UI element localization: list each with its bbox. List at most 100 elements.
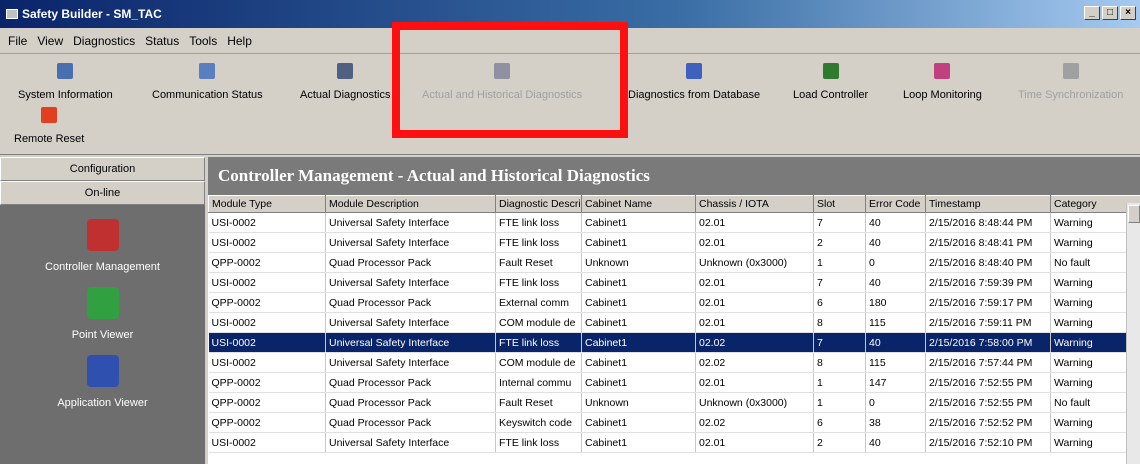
column-header[interactable]: Chassis / IOTA <box>695 195 814 213</box>
table-cell: 2/15/2016 7:59:39 PM <box>925 272 1051 293</box>
menu-status[interactable]: Status <box>145 34 179 48</box>
table-cell: FTE link loss <box>495 272 582 293</box>
time-sync-button[interactable]: Time Synchronization <box>1018 63 1123 101</box>
table-row[interactable]: USI-0002 Universal Safety Interface COM mo… <box>208 312 1140 333</box>
toolbar-label: Actual Diagnostics <box>300 89 391 101</box>
table-cell: 6 <box>813 292 866 313</box>
column-header[interactable]: Timestamp <box>925 195 1051 213</box>
table-cell: Quad Processor Pack <box>325 292 496 313</box>
table-row[interactable]: USI-0002 Universal Safety Interface FTE li… <box>208 232 1140 253</box>
table-cell: COM module de <box>495 352 582 373</box>
menu-diagnostics[interactable]: Diagnostics <box>73 34 135 48</box>
table-row[interactable]: USI-0002 Universal Safety Interface COM mo… <box>208 352 1140 373</box>
table-row[interactable]: USI-0002 Universal Safety Interface FTE li… <box>208 272 1140 293</box>
table-cell: 40 <box>865 212 926 233</box>
table-cell: USI-0002 <box>208 352 326 373</box>
actual-diagnostics-button[interactable]: Actual Diagnostics <box>300 63 391 101</box>
table-cell: 180 <box>865 292 926 313</box>
table-cell: Keyswitch code <box>495 412 582 433</box>
database-diagnostics-button[interactable]: Diagnostics from Database <box>628 63 760 101</box>
vertical-scrollbar[interactable] <box>1126 203 1140 464</box>
table-cell: Quad Processor Pack <box>325 372 496 393</box>
close-button[interactable]: × <box>1120 6 1136 20</box>
table-row[interactable]: QPP-0002 Quad Processor Pack External comm… <box>208 292 1140 313</box>
tab-configuration[interactable]: Configuration <box>0 157 205 181</box>
loop-monitoring-icon <box>934 63 951 79</box>
point-viewer-icon <box>86 287 119 319</box>
table-cell: USI-0002 <box>208 332 326 353</box>
table-cell: Cabinet1 <box>581 432 696 453</box>
menu-file[interactable]: File <box>8 34 27 48</box>
table-cell: FTE link loss <box>495 432 582 453</box>
table-cell: 40 <box>865 332 926 353</box>
column-header[interactable]: Module Description <box>325 195 496 213</box>
table-body: USI-0002 Universal Safety Interface FTE li… <box>208 212 1140 453</box>
column-header[interactable]: Error Code <box>865 195 926 213</box>
table-cell: 1 <box>813 252 866 273</box>
table-cell: 1 <box>813 392 866 413</box>
table-row[interactable]: QPP-0002 Quad Processor Pack Fault Reset Un… <box>208 252 1140 273</box>
tab-online[interactable]: On-line <box>0 181 205 205</box>
controller-management-item[interactable]: Controller Management <box>0 219 205 273</box>
table-cell: 02.02 <box>695 332 814 353</box>
column-header[interactable]: Cabinet Name <box>581 195 696 213</box>
loop-monitoring-button[interactable]: Loop Monitoring <box>903 63 982 101</box>
table-row[interactable]: USI-0002 Universal Safety Interface FTE li… <box>208 332 1140 353</box>
scroll-thumb[interactable] <box>1128 205 1140 223</box>
table-cell: QPP-0002 <box>208 372 326 393</box>
table-cell: 7 <box>813 332 866 353</box>
remote-reset-icon <box>41 107 58 123</box>
minimize-button[interactable]: _ <box>1084 6 1100 20</box>
table-cell: Cabinet1 <box>581 332 696 353</box>
column-header[interactable]: Diagnostic Description <box>495 195 582 213</box>
table-cell: FTE link loss <box>495 232 582 253</box>
system-information-button[interactable]: System Information <box>18 63 113 101</box>
table-cell: 0 <box>865 392 926 413</box>
table-cell: Universal Safety Interface <box>325 212 496 233</box>
table-cell: FTE link loss <box>495 332 582 353</box>
table-row[interactable]: USI-0002 Universal Safety Interface FTE li… <box>208 212 1140 233</box>
main-content: Controller Management - Actual and Histo… <box>208 157 1140 464</box>
toolbar-label: Time Synchronization <box>1018 89 1124 101</box>
nav-label: Application Viewer <box>57 397 148 409</box>
table-cell: 02.02 <box>695 352 814 373</box>
table-cell: Cabinet1 <box>581 412 696 433</box>
table-cell: COM module de <box>495 312 582 333</box>
page-title: Controller Management - Actual and Histo… <box>208 157 1140 195</box>
communication-status-icon <box>199 63 216 79</box>
table-cell: Universal Safety Interface <box>325 232 496 253</box>
menu-view[interactable]: View <box>37 34 63 48</box>
remote-reset-button[interactable]: Remote Reset <box>14 107 84 145</box>
table-cell: 40 <box>865 432 926 453</box>
table-cell: 2/15/2016 8:48:44 PM <box>925 212 1051 233</box>
table-row[interactable]: QPP-0002 Quad Processor Pack Fault Reset Un… <box>208 392 1140 413</box>
table-cell: QPP-0002 <box>208 412 326 433</box>
table-cell: 02.01 <box>695 272 814 293</box>
left-panel: Configuration On-line Controller Managem… <box>0 157 205 464</box>
table-row[interactable]: QPP-0002 Quad Processor Pack Internal comm… <box>208 372 1140 393</box>
table-cell: FTE link loss <box>495 212 582 233</box>
maximize-button[interactable]: □ <box>1102 6 1118 20</box>
table-cell: USI-0002 <box>208 272 326 293</box>
table-row[interactable]: QPP-0002 Quad Processor Pack Keyswitch cod… <box>208 412 1140 433</box>
system-information-icon <box>57 63 74 79</box>
column-header[interactable]: Module Type <box>208 195 326 213</box>
menu-tools[interactable]: Tools <box>189 34 217 48</box>
table-cell: Cabinet1 <box>581 232 696 253</box>
load-controller-button[interactable]: Load Controller <box>793 63 868 101</box>
column-header[interactable]: Slot <box>813 195 866 213</box>
menu-help[interactable]: Help <box>227 34 252 48</box>
table-cell: QPP-0002 <box>208 392 326 413</box>
table-cell: 38 <box>865 412 926 433</box>
table-cell: 2/15/2016 8:48:40 PM <box>925 252 1051 273</box>
application-viewer-item[interactable]: Application Viewer <box>0 355 205 409</box>
communication-status-button[interactable]: Communication Status <box>152 63 263 101</box>
table-cell: Cabinet1 <box>581 312 696 333</box>
table-cell: 02.01 <box>695 432 814 453</box>
table-cell: Internal commu <box>495 372 582 393</box>
table-cell: 8 <box>813 312 866 333</box>
point-viewer-item[interactable]: Point Viewer <box>0 287 205 341</box>
toolbar-label: Communication Status <box>152 89 263 101</box>
table-cell: 40 <box>865 272 926 293</box>
table-row[interactable]: USI-0002 Universal Safety Interface FTE li… <box>208 432 1140 453</box>
